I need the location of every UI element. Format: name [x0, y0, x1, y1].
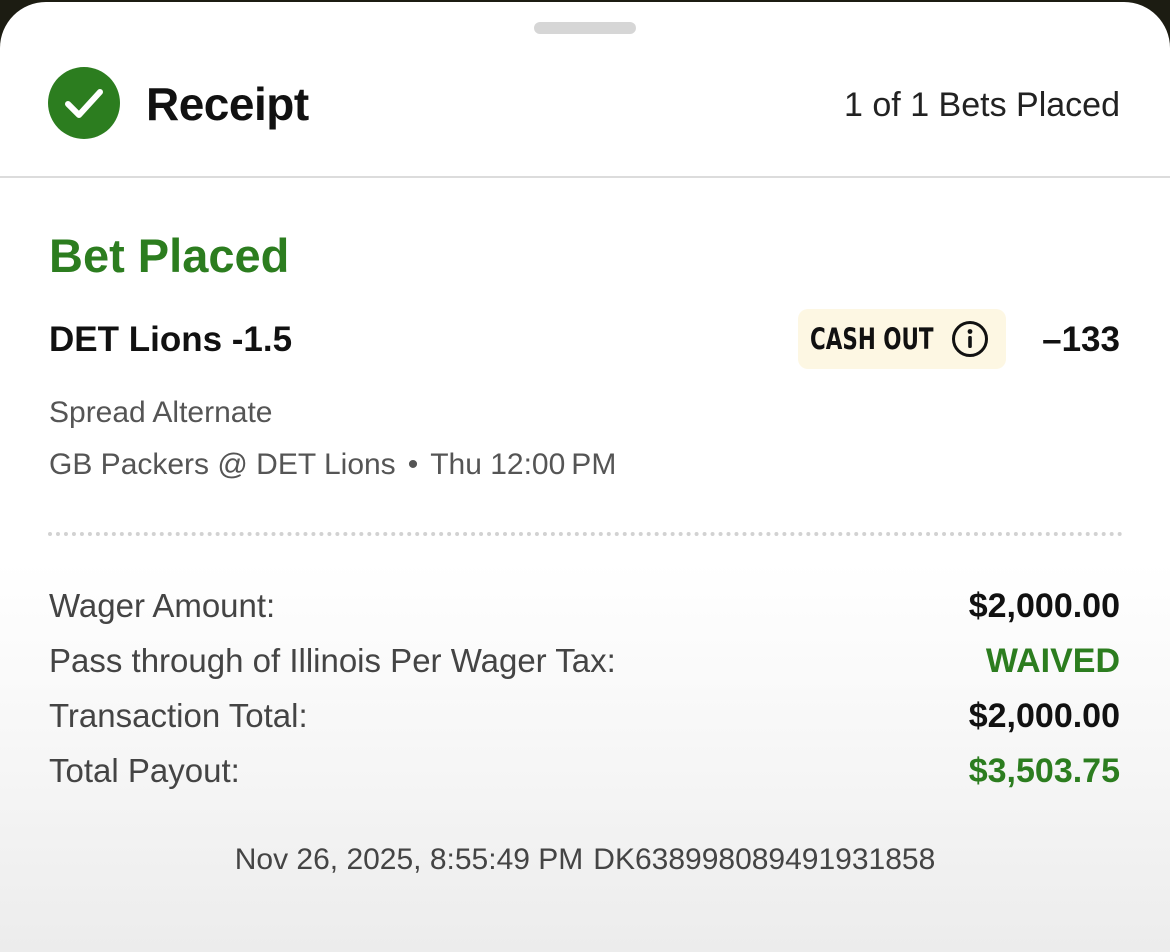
- summary-row-transaction-total: Transaction Total: $2,000.00: [49, 694, 1120, 738]
- summary-row-tax: Pass through of Illinois Per Wager Tax: …: [49, 639, 1120, 683]
- receipt-timestamp: Nov 26, 2025, 8:55:49 PM: [234, 843, 584, 876]
- summary-row-wager: Wager Amount: $2,000.00: [49, 584, 1120, 628]
- receipt-bet-id: DK638998089491931858: [593, 843, 936, 876]
- wager-amount-value: $2,000.00: [968, 587, 1120, 625]
- summary-row-payout: Total Payout: $3,503.75: [49, 749, 1120, 793]
- total-payout-label: Total Payout:: [49, 752, 240, 789]
- info-icon[interactable]: [950, 319, 990, 359]
- bet-selection: DET Lions -1.5: [49, 320, 293, 359]
- cash-out-label: CASH OUT: [810, 322, 934, 356]
- receipt-footer: Nov 26, 2025, 8:55:49 PM DK63899808949193…: [0, 840, 1170, 880]
- transaction-total-label: Transaction Total:: [49, 697, 308, 734]
- bet-market: Spread Alternate: [49, 396, 273, 429]
- checkmark-circle-icon: [48, 67, 120, 139]
- event-separator: •: [407, 448, 419, 481]
- transaction-total-value: $2,000.00: [968, 697, 1120, 735]
- wager-amount-label: Wager Amount:: [49, 587, 276, 624]
- receipt-title: Receipt: [146, 78, 309, 130]
- event-matchup: GB Packers @ DET Lions: [49, 448, 396, 481]
- tax-value: WAIVED: [985, 642, 1120, 680]
- bets-placed-count: 1 of 1 Bets Placed: [844, 86, 1120, 124]
- event-time: Thu 12:00 PM: [430, 448, 617, 481]
- tax-label: Pass through of Illinois Per Wager Tax:: [49, 642, 616, 679]
- receipt-header: Receipt 1 of 1 Bets Placed: [0, 2, 1170, 178]
- cash-out-button[interactable]: CASH OUT: [798, 309, 1006, 369]
- dotted-divider: [48, 532, 1123, 536]
- total-payout-value: $3,503.75: [968, 752, 1120, 790]
- bet-odds: –133: [1042, 320, 1120, 359]
- bet-status: Bet Placed: [49, 229, 290, 282]
- receipt-sheet: Receipt 1 of 1 Bets Placed Bet Placed DE…: [0, 2, 1170, 952]
- event-info: GB Packers @ DET Lions • Thu 12:00 PM: [49, 446, 616, 484]
